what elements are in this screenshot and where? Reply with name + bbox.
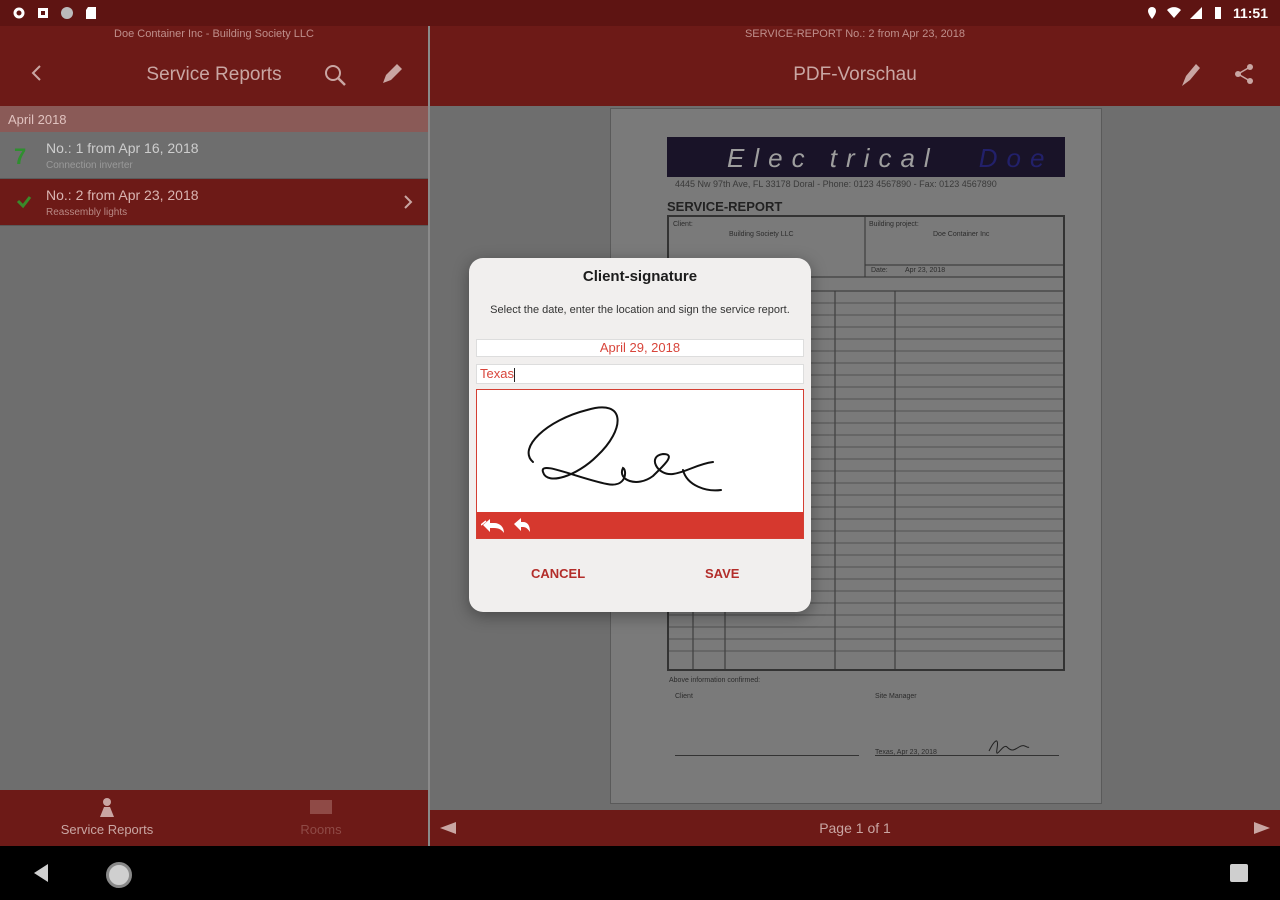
- client-signature-line: [675, 755, 859, 756]
- system-navigation-bar: [0, 846, 1280, 900]
- status-icons-left: [12, 6, 98, 20]
- checkmark-icon: [16, 196, 32, 209]
- report-list-item-1[interactable]: 7 No.: 1 from Apr 16, 2018 Connection in…: [0, 132, 428, 179]
- client-signature-dialog: Client-signature Select the date, enter …: [469, 258, 811, 612]
- logo-doe: Doe: [978, 143, 1054, 173]
- left-title: Service Reports: [146, 64, 282, 85]
- list-item-title: No.: 1 from Apr 16, 2018: [46, 140, 199, 156]
- list-item-subtitle: Reassembly lights: [46, 207, 128, 218]
- undo-all-icon[interactable]: [481, 516, 507, 534]
- undo-icon[interactable]: [513, 516, 531, 534]
- right-subtitle: SERVICE-REPORT No.: 2 from Apr 23, 2018: [744, 28, 966, 40]
- nav-label: Rooms: [300, 822, 342, 837]
- left-subtitle: Doe Container Inc - Building Society LLC: [114, 28, 314, 40]
- sd-card-icon: [86, 7, 96, 19]
- logo-text: Elec trical: [727, 143, 939, 173]
- save-button[interactable]: SAVE: [705, 566, 739, 581]
- circle-icon: [61, 7, 73, 19]
- manager-signature-line: [875, 755, 1059, 756]
- location-value: Texas: [480, 366, 514, 381]
- day-number-icon: 7: [14, 144, 27, 169]
- notification-icon: [38, 8, 48, 18]
- date-field[interactable]: April 29, 2018: [476, 339, 804, 357]
- date-value: Apr 23, 2018: [905, 267, 946, 274]
- nav-rooms[interactable]: Rooms: [214, 790, 428, 846]
- manager-label: Site Manager: [875, 693, 917, 700]
- signature-icon[interactable]: [1178, 60, 1204, 88]
- manager-signature-scribble: [988, 740, 1030, 754]
- nav-back-icon[interactable]: [30, 862, 52, 884]
- confirm-label: Above information confirmed:: [669, 677, 761, 684]
- left-header: Doe Container Inc - Building Society LLC…: [0, 26, 428, 106]
- location-input[interactable]: Texas: [476, 364, 804, 384]
- section-header: April 2018: [0, 106, 428, 132]
- client-label: Client:: [673, 221, 693, 228]
- nav-label: Service Reports: [60, 822, 154, 837]
- list-item-subtitle: Connection inverter: [46, 160, 133, 171]
- dialog-title: Client-signature: [582, 268, 698, 285]
- client-name: Building Society LLC: [729, 231, 794, 238]
- project-label: Building project:: [869, 221, 919, 228]
- pencil-icon[interactable]: [378, 60, 406, 88]
- project-name: Doe Container Inc: [933, 231, 990, 238]
- chevron-right-icon: [404, 195, 413, 209]
- nav-recents-icon[interactable]: [1230, 864, 1248, 882]
- bottom-navigation: Service Reports Rooms: [0, 790, 428, 846]
- next-page-icon[interactable]: [1252, 820, 1272, 836]
- date-label: Date:: [871, 267, 888, 274]
- right-header: SERVICE-REPORT No.: 2 from Apr 23, 2018 …: [430, 26, 1280, 106]
- dialog-description: Select the date, enter the location and …: [490, 304, 790, 316]
- left-pane: Doe Container Inc - Building Society LLC…: [0, 26, 428, 846]
- status-icons-right: 11:51: [1145, 5, 1268, 21]
- company-logo: Elec trical Doe: [667, 137, 1065, 177]
- report-list-item-2[interactable]: No.: 2 from Apr 23, 2018 Reassembly ligh…: [0, 179, 428, 226]
- room-icon: [310, 800, 332, 814]
- share-icon[interactable]: [1232, 62, 1256, 86]
- cancel-button[interactable]: CANCEL: [531, 566, 585, 581]
- right-title: PDF-Vorschau: [793, 64, 917, 85]
- worker-icon: [100, 798, 114, 817]
- signal-icon: [1189, 7, 1202, 19]
- signature-stroke: [527, 406, 722, 492]
- battery-icon: [1214, 7, 1221, 19]
- wifi-icon: [1166, 7, 1181, 18]
- settings-icon: [13, 7, 25, 19]
- report-heading: SERVICE-REPORT: [667, 199, 783, 214]
- signature-toolbar: [477, 512, 803, 538]
- client-signature-label: Client: [675, 693, 693, 700]
- location-icon: [1147, 7, 1156, 19]
- company-address: 4445 Nw 97th Ave, FL 33178 Doral - Phone…: [675, 179, 997, 189]
- nav-home-icon[interactable]: [106, 862, 132, 888]
- clock: 11:51: [1232, 5, 1268, 21]
- nav-service-reports[interactable]: Service Reports: [0, 790, 214, 846]
- page-indicator: Page 1 of 1: [819, 820, 891, 836]
- signature-pad[interactable]: [476, 389, 804, 539]
- page-navigation-bar: Page 1 of 1: [430, 810, 1280, 846]
- status-bar: 11:51: [0, 0, 1280, 26]
- search-icon[interactable]: [322, 62, 348, 88]
- list-item-title: No.: 2 from Apr 23, 2018: [46, 187, 199, 203]
